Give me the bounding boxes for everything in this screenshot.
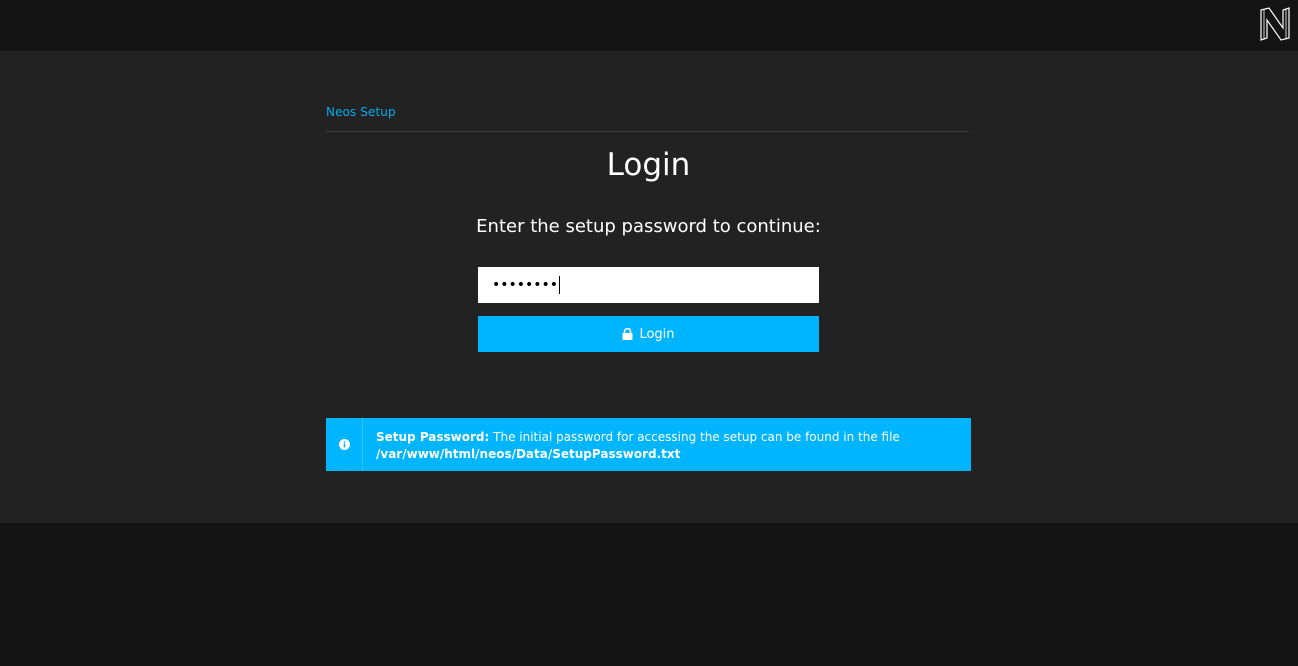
info-message: The initial password for accessing the s… (489, 430, 900, 444)
bottom-area (0, 523, 1298, 666)
password-field[interactable]: •••••••• (478, 267, 819, 303)
info-icon (338, 439, 350, 450)
divider (326, 131, 969, 132)
lock-icon (622, 328, 633, 340)
login-button[interactable]: Login (478, 316, 819, 352)
info-box: Setup Password: The initial password for… (326, 418, 971, 471)
password-value: •••••••• (492, 277, 559, 293)
breadcrumb[interactable]: Neos Setup (326, 105, 396, 119)
info-icon-container (326, 418, 363, 471)
top-bar (0, 0, 1298, 51)
info-title: Setup Password: (376, 430, 490, 444)
login-button-label: Login (639, 326, 675, 342)
page-title: Login (606, 147, 691, 183)
neos-logo-icon (1260, 7, 1290, 41)
text-caret (559, 276, 561, 294)
info-text: Setup Password: The initial password for… (376, 429, 900, 463)
setup-panel: Neos Setup Login Enter the setup passwor… (0, 51, 1298, 523)
instructions: Enter the setup password to continue: (476, 216, 821, 237)
info-path: /var/www/html/neos/Data/SetupPassword.tx… (376, 447, 681, 461)
